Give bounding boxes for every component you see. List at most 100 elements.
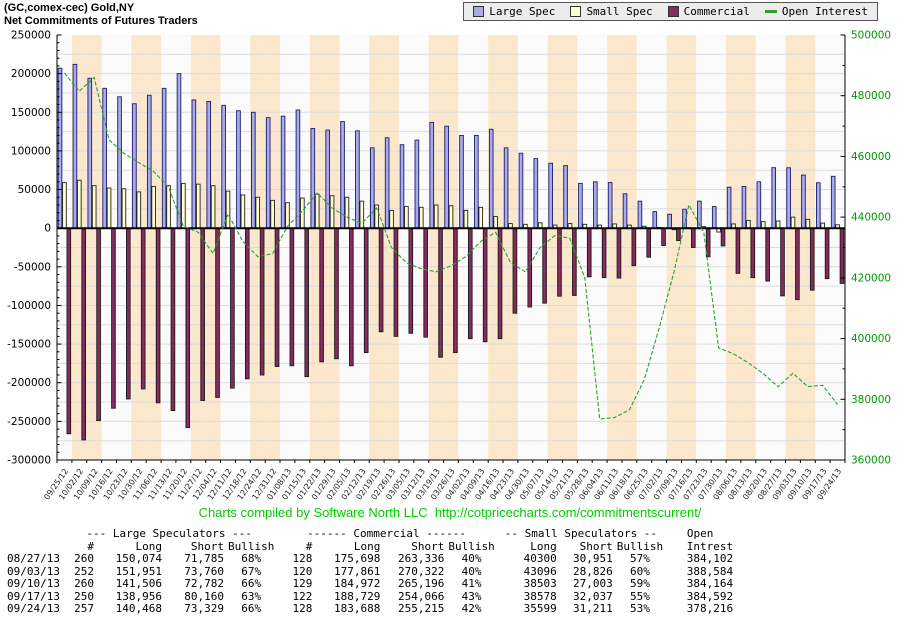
table-cell: 72,782: [166, 578, 228, 591]
table-cell: 177,861: [316, 566, 384, 579]
table-cell: 265,196: [384, 578, 448, 591]
table-cell: 66%: [228, 603, 278, 616]
svg-text:-150000: -150000: [7, 339, 51, 351]
table-cell: 41%: [448, 578, 498, 591]
table-cell: 183,688: [316, 603, 384, 616]
table-cell: 35599: [499, 603, 561, 616]
table-col-header: Long: [499, 541, 561, 554]
svg-text:50000: 50000: [18, 184, 51, 196]
cot-report-page: (GC,comex-cec) Gold,NY Net Commitments o…: [0, 0, 900, 620]
table-cell: 188,729: [316, 591, 384, 604]
table-col-header: Long: [316, 541, 384, 554]
table-cell: 66%: [228, 578, 278, 591]
table-cell: 140,468: [98, 603, 166, 616]
right-axis: 500000 480000 460000 440000 420000 400000 3800…: [841, 30, 892, 467]
table-cell: 129: [278, 578, 316, 591]
table-cell: 59%: [617, 578, 667, 591]
svg-text:0: 0: [44, 223, 51, 235]
table-row: 09/17/13250138,95680,16063%122188,729254…: [3, 591, 737, 604]
table-col-header: Short: [384, 541, 448, 554]
table-cell: 27,003: [561, 578, 617, 591]
svg-text:360000: 360000: [851, 455, 891, 467]
table-cell: 40%: [448, 566, 498, 579]
x-axis: [57, 460, 845, 463]
table-cell: 73,329: [166, 603, 228, 616]
table-cell: 53%: [617, 603, 667, 616]
table-cell: 150,074: [98, 553, 166, 566]
table-cell: 43096: [499, 566, 561, 579]
table-cell: 252: [64, 566, 98, 579]
table-cell: 270,322: [384, 566, 448, 579]
table-cell: 260: [64, 553, 98, 566]
table-col-header: Bullish: [448, 541, 498, 554]
table-cell-date: 09/17/13: [3, 591, 64, 604]
table-row: 09/24/13257140,46873,32966%128183,688255…: [3, 603, 737, 616]
table-cell: 73,760: [166, 566, 228, 579]
svg-text:440000: 440000: [851, 212, 891, 224]
svg-text:500000: 500000: [851, 30, 891, 42]
table-cell: 250: [64, 591, 98, 604]
table-cell: 388,584: [667, 566, 737, 579]
table-cell: 40%: [448, 553, 498, 566]
table-group-header: [3, 528, 64, 541]
table-cell: 40300: [499, 553, 561, 566]
svg-text:-100000: -100000: [7, 300, 51, 312]
cot-table: --- Large Speculators --------- Commerci…: [3, 528, 737, 616]
table-cell: 151,951: [98, 566, 166, 579]
table-cell: 80,160: [166, 591, 228, 604]
table-cell: 257: [64, 603, 98, 616]
table-cell: 260: [64, 578, 98, 591]
table-col-header: Long: [98, 541, 166, 554]
table-cell: 55%: [617, 591, 667, 604]
table-cell: 43%: [448, 591, 498, 604]
table-cell: 378,216: [667, 603, 737, 616]
table-col-header: Bullish: [228, 541, 278, 554]
table-cell: 128: [278, 603, 316, 616]
svg-text:380000: 380000: [851, 394, 891, 406]
cot-chart: 250000200000150000100000500000-50000-100…: [0, 0, 900, 508]
table-cell: 141,506: [98, 578, 166, 591]
table-cell: 38503: [499, 578, 561, 591]
table-row: 08/27/13260150,07471,78568%128175,698263…: [3, 553, 737, 566]
svg-text:-200000: -200000: [7, 377, 51, 389]
table-cell: 38578: [499, 591, 561, 604]
svg-text:420000: 420000: [851, 272, 891, 284]
svg-text:150000: 150000: [11, 107, 51, 119]
table-cell: 68%: [228, 553, 278, 566]
table-cell: 30,951: [561, 553, 617, 566]
svg-text:460000: 460000: [851, 151, 891, 163]
credit-line: Charts compiled by Software North LLC ht…: [0, 505, 900, 520]
table-cell: 57%: [617, 553, 667, 566]
table-row: 09/10/13260141,50672,78266%129184,972265…: [3, 578, 737, 591]
table-group-header: --- Large Speculators ---: [64, 528, 278, 541]
table-group-header: ------ Commercial ------: [278, 528, 498, 541]
table-col-header: Short: [561, 541, 617, 554]
table-cell: 254,066: [384, 591, 448, 604]
svg-text:-50000: -50000: [14, 261, 51, 273]
table-cell: 63%: [228, 591, 278, 604]
table-col-header: [3, 541, 64, 554]
x-tick-labels: 09/25/1210/02/1210/09/1210/16/1210/23/12…: [42, 467, 843, 502]
table-cell: 184,972: [316, 578, 384, 591]
table-cell: 384,164: [667, 578, 737, 591]
table-group-header: Open: [667, 528, 737, 541]
svg-text:250000: 250000: [11, 30, 51, 42]
table-col-header: #: [64, 541, 98, 554]
table-cell: 31,211: [561, 603, 617, 616]
table-cell: 128: [278, 553, 316, 566]
table-cell: 60%: [617, 566, 667, 579]
svg-text:-250000: -250000: [7, 416, 51, 428]
table-col-header: Short: [166, 541, 228, 554]
table-cell: 71,785: [166, 553, 228, 566]
svg-text:480000: 480000: [851, 90, 891, 102]
table-cell-date: 09/24/13: [3, 603, 64, 616]
svg-text:100000: 100000: [11, 145, 51, 157]
svg-text:-300000: -300000: [7, 455, 51, 467]
table-cell: 175,698: [316, 553, 384, 566]
table-cell: 120: [278, 566, 316, 579]
table-cell-date: 09/03/13: [3, 566, 64, 579]
table-col-header: Bullish: [617, 541, 667, 554]
table-col-header: Intrest: [667, 541, 737, 554]
svg-text:200000: 200000: [11, 68, 51, 80]
svg-text:400000: 400000: [851, 333, 891, 345]
